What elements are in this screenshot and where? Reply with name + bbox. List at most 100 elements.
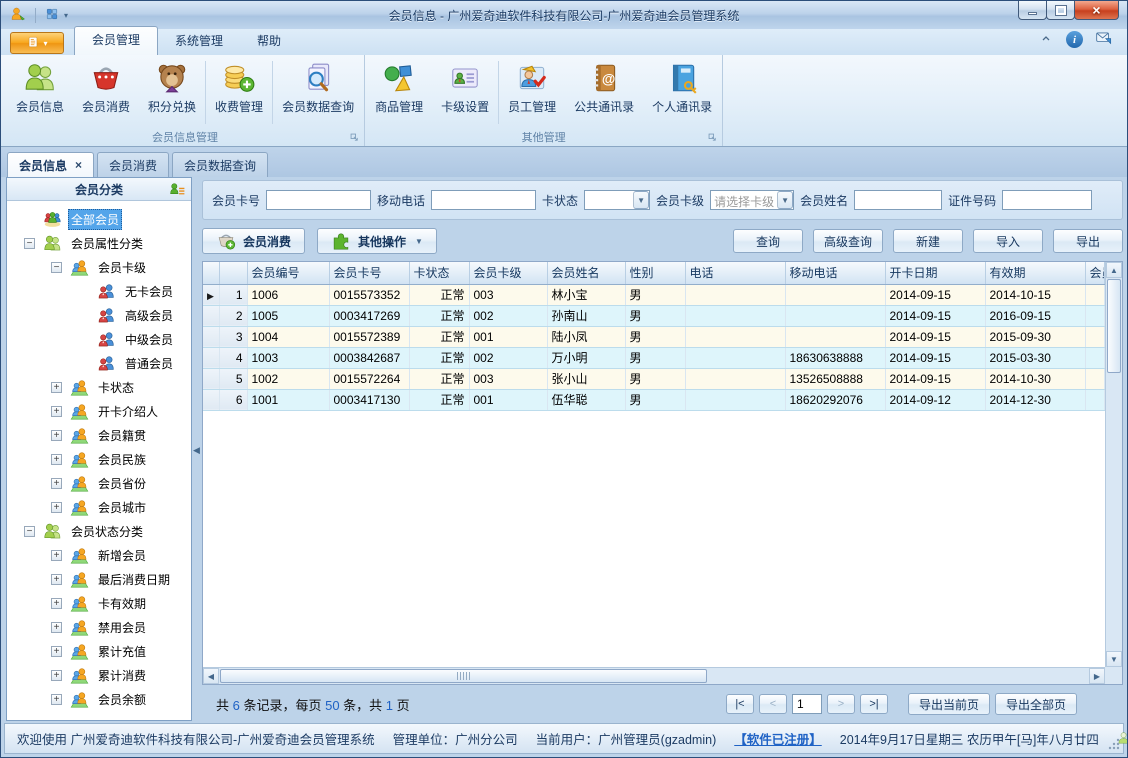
expand-node-icon[interactable]: + [51,453,62,465]
ribbon-tab-系统管理[interactable]: 系统管理 [158,27,240,55]
dialog-launcher-icon[interactable] [707,132,718,143]
expand-node-icon[interactable]: + [51,405,62,417]
dropdown-arrow-icon[interactable]: ▼ [777,191,794,209]
column-header-性别[interactable]: 性别 [625,262,686,285]
quick-access-caret-icon[interactable]: ▾ [64,11,68,20]
column-header-移动电话[interactable]: 移动电话 [785,262,886,285]
filter-select-会员卡级[interactable]: 请选择卡级 ▼ [710,190,795,210]
ribbon-button-商品管理[interactable]: 商品管理 [366,56,432,128]
ribbon-button-卡级设置[interactable]: 卡级设置 [432,56,498,128]
table-row[interactable]: 3 1004 0015572389 正常 001 陆小凤男 2014-09-15 2015-0… [203,326,1105,348]
action-button-会员消费[interactable]: 会员消费 [202,228,306,254]
expand-node-icon[interactable]: + [51,429,62,441]
close-tab-icon[interactable]: × [75,158,82,172]
scroll-left-icon[interactable]: ◀ [203,668,219,684]
ribbon-button-收费管理[interactable]: 收费管理 [206,56,272,128]
export-all-pages-button[interactable]: 导出全部页 [994,693,1077,715]
column-header-电话[interactable]: 电话 [685,262,786,285]
column-header-卡状态[interactable]: 卡状态 [409,262,470,285]
action-button-导出[interactable]: 导出 [1053,229,1123,253]
prev-page-button[interactable]: < [758,694,787,714]
first-page-button[interactable]: |< [725,694,754,714]
tree-item-会员省份[interactable]: + 会员省份 [7,471,191,495]
ribbon-tab-会员管理[interactable]: 会员管理 [74,26,159,55]
expand-node-icon[interactable]: + [51,549,62,561]
ribbon-button-积分兑换[interactable]: 积分兑换 [139,56,205,128]
tree-item-禁用会员[interactable]: + 禁用会员 [7,615,191,639]
action-button-其他操作[interactable]: 其他操作 ▼ [317,228,437,254]
tree-item-高级会员[interactable]: 高级会员 [7,303,191,327]
registration-status-link[interactable]: 【软件已注册】 [734,729,822,748]
filter-input-证件号码[interactable] [1002,190,1093,210]
expand-node-icon[interactable]: + [51,501,62,513]
ribbon-button-会员消费[interactable]: 会员消费 [73,56,139,128]
dropdown-arrow-icon[interactable]: ▼ [633,191,650,209]
vertical-scrollbar[interactable]: ▲ ▼ [1105,262,1122,667]
expand-node-icon[interactable]: + [51,621,62,633]
resize-grip-icon[interactable] [1108,738,1120,750]
tree-item-无卡会员[interactable]: 无卡会员 [7,279,191,303]
expand-node-icon[interactable]: + [51,597,62,609]
tree-item-会员籍贯[interactable]: + 会员籍贯 [7,423,191,447]
tree-item-卡状态[interactable]: + 卡状态 [7,375,191,399]
category-settings-icon[interactable] [169,181,186,198]
filter-input-移动电话[interactable] [431,190,537,210]
ribbon-button-会员数据查询[interactable]: 会员数据查询 [273,56,363,128]
tree-item-会员卡级[interactable]: − 会员卡级 [7,255,191,279]
collapse-node-icon[interactable]: − [24,525,35,537]
tree-item-会员余额[interactable]: + 会员余额 [7,687,191,711]
column-header-有效期[interactable]: 有效期 [985,262,1086,285]
expand-node-icon[interactable]: + [51,645,62,657]
column-header-会员姓名[interactable]: 会员姓名 [547,262,626,285]
action-button-高级查询[interactable]: 高级查询 [812,229,883,253]
table-row[interactable]: 2 1005 0003417269 正常 002 孙南山男 2014-09-15 2016-0… [203,305,1105,327]
tree-item-会员状态分类[interactable]: − 会员状态分类 [7,519,191,543]
collapse-node-icon[interactable]: − [51,261,62,273]
tree-item-普通会员[interactable]: 普通会员 [7,351,191,375]
export-current-page-button[interactable]: 导出当前页 [907,693,990,715]
scroll-right-icon[interactable]: ▶ [1089,668,1105,684]
tree-item-开卡介绍人[interactable]: + 开卡介绍人 [7,399,191,423]
doc-tab-会员数据查询[interactable]: 会员数据查询 [172,152,269,177]
tree-item-中级会员[interactable]: 中级会员 [7,327,191,351]
doc-tab-会员消费[interactable]: 会员消费 [97,152,170,177]
expand-node-icon[interactable]: + [51,381,62,393]
dialog-launcher-icon[interactable] [349,132,360,143]
scroll-up-icon[interactable]: ▲ [1106,262,1122,278]
column-header-会员卡级[interactable]: 会员卡级 [469,262,548,285]
tree-item-最后消费日期[interactable]: + 最后消费日期 [7,567,191,591]
maximize-button[interactable] [1046,1,1075,20]
tree-item-全部会员[interactable]: 全部会员 [7,207,191,231]
column-header-会员编号[interactable]: 会员编号 [247,262,330,285]
column-header-开卡日期[interactable]: 开卡日期 [885,262,986,285]
table-row[interactable]: 5 1002 0015572264 正常 003 张小山男 13526508888 2014-… [203,368,1105,390]
expand-node-icon[interactable]: + [51,573,62,585]
action-button-导入[interactable]: 导入 [973,229,1043,253]
horizontal-scroll-thumb[interactable] [220,669,708,683]
collapse-ribbon-icon[interactable] [1038,30,1054,49]
collapse-node-icon[interactable]: − [24,237,35,249]
expand-node-icon[interactable]: + [51,693,62,705]
tree-item-会员城市[interactable]: + 会员城市 [7,495,191,519]
filter-input-会员卡号[interactable] [266,190,372,210]
filter-input-会员姓名[interactable] [854,190,943,210]
action-button-新建[interactable]: 新建 [893,229,963,253]
action-button-查询[interactable]: 查询 [732,229,803,253]
next-page-button[interactable]: > [826,694,855,714]
tree-item-累计消费[interactable]: + 累计消费 [7,663,191,687]
last-page-button[interactable]: >| [859,694,888,714]
horizontal-scrollbar[interactable]: ◀ ▶ [203,667,1105,684]
page-number-input[interactable] [791,694,822,714]
column-header-会员卡号[interactable]: 会员卡号 [329,262,410,285]
tree-item-会员民族[interactable]: + 会员民族 [7,447,191,471]
ribbon-button-公共通讯录[interactable]: @ 公共通讯录 [565,56,643,128]
table-row[interactable]: ▶ 1 1006 0015573352 正常 003 林小宝男 2014-09-15 2014-… [203,284,1105,306]
close-button[interactable]: × [1074,1,1119,20]
ribbon-button-会员信息[interactable]: 会员信息 [7,56,73,128]
tree-item-新增会员[interactable]: + 新增会员 [7,543,191,567]
expand-node-icon[interactable]: + [51,477,62,489]
expand-node-icon[interactable]: + [51,669,62,681]
filter-select-卡状态[interactable]: ▼ [584,190,651,210]
tree-item-累计充值[interactable]: + 累计充值 [7,639,191,663]
info-icon[interactable]: i [1066,31,1083,48]
